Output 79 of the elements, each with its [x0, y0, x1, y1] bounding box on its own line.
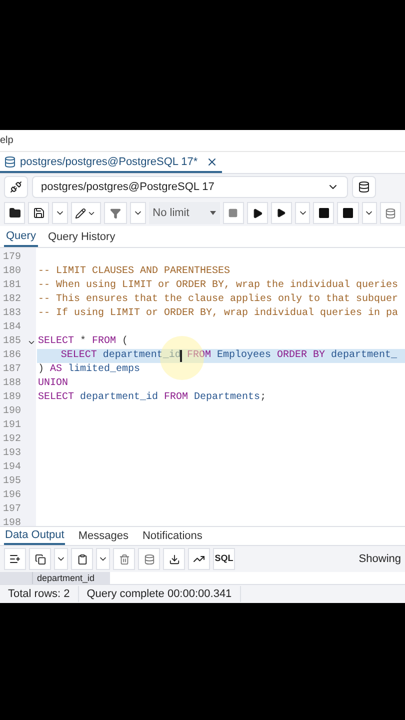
column-header[interactable]: department_id: [32, 572, 110, 584]
play-icon: [276, 208, 286, 218]
line-number: 186: [2, 349, 22, 363]
sql-button[interactable]: SQL: [213, 548, 235, 570]
add-row-icon: [9, 553, 21, 565]
line-number: 195: [2, 475, 22, 489]
delete-button[interactable]: [113, 548, 135, 570]
filter-icon: [110, 208, 122, 218]
line-number: 182: [2, 293, 22, 307]
play-icon: [252, 208, 263, 218]
limit-select[interactable]: No limit: [148, 202, 220, 224]
row-count-label: Showing: [358, 552, 401, 567]
code-line: -- LIMIT CLAUSES AND PARENTHESES: [38, 265, 230, 279]
database-icon: [144, 554, 154, 564]
edit-button[interactable]: [70, 202, 102, 224]
line-number: 187: [2, 363, 22, 377]
execute-script-button[interactable]: [270, 202, 292, 224]
database-button[interactable]: [352, 176, 376, 198]
output-tab[interactable]: Notifications: [141, 527, 204, 545]
download-button[interactable]: [163, 548, 185, 570]
save-button[interactable]: [28, 202, 50, 224]
line-graph-icon: [193, 553, 205, 565]
trash-icon: [118, 554, 130, 564]
text-cursor-icon: [180, 350, 182, 362]
line-number: 196: [2, 489, 22, 503]
explain-button[interactable]: [313, 202, 334, 224]
copy-button[interactable]: [29, 548, 51, 570]
line-number: 185: [2, 335, 22, 349]
dropdown-caret-icon: [210, 211, 216, 215]
line-number: 193: [2, 447, 22, 461]
save-data-button[interactable]: [138, 548, 160, 570]
line-number: 189: [2, 391, 22, 405]
stop-icon: [228, 208, 238, 218]
clipboard-icon: [76, 554, 88, 564]
line-number: 184: [2, 321, 22, 335]
database-icon: [4, 156, 16, 168]
download-icon: [168, 554, 180, 564]
output-tab[interactable]: Messages: [77, 527, 130, 545]
code-line: -- This ensures that the clause applies only to that subquer: [38, 293, 398, 307]
query-tab[interactable]: Query History: [46, 227, 118, 247]
line-number: 181: [2, 279, 22, 293]
line-number: 180: [2, 265, 22, 279]
line-number: 190: [2, 405, 22, 419]
line-number: 192: [2, 433, 22, 447]
editor-tab-label: postgres/postgres@PostgreSQL 17*: [20, 154, 198, 170]
commit-button[interactable]: [380, 202, 402, 224]
pencil-icon: [75, 208, 86, 218]
graph-button[interactable]: [188, 548, 210, 570]
filter-button[interactable]: [104, 202, 128, 224]
database-icon: [385, 208, 396, 218]
folder-icon: [8, 207, 21, 219]
connection-select[interactable]: postgres/postgres@PostgreSQL 17: [32, 176, 348, 198]
code-line: UNION: [38, 377, 68, 391]
menu-item[interactable]: elp: [0, 133, 14, 148]
line-number: 183: [2, 307, 22, 321]
status-rows: Total rows: 2: [0, 586, 79, 602]
save-icon: [32, 207, 45, 219]
line-number: 198: [2, 517, 22, 526]
line-number: 197: [2, 503, 22, 517]
copy-icon: [34, 554, 46, 564]
line-number: 194: [2, 461, 22, 475]
plug-icon: [10, 181, 22, 193]
connection-status-button[interactable]: [4, 176, 28, 198]
database-icon: [358, 181, 370, 193]
paste-button[interactable]: [71, 548, 93, 570]
add-row-button[interactable]: [4, 548, 26, 570]
explain-analyze-button[interactable]: [337, 202, 359, 224]
close-icon[interactable]: [206, 156, 218, 168]
code-line: SELECT department_id FROM Departments;: [38, 391, 266, 405]
line-number: 188: [2, 377, 22, 391]
status-message: Query complete 00:00:00.341: [78, 586, 241, 602]
code-line: -- If using LIMIT or ORDER BY, wrap individual queries in pa: [38, 307, 398, 321]
open-file-button[interactable]: [4, 202, 26, 224]
execute-button[interactable]: [246, 202, 268, 224]
line-number: 191: [2, 419, 22, 433]
line-number: 179: [2, 251, 22, 265]
code-line: -- When using LIMIT or ORDER BY, wrap the individual queries: [38, 279, 398, 293]
code-line: SELECT * FROM (: [38, 335, 128, 349]
code-line: ) AS limited_emps: [38, 363, 140, 377]
